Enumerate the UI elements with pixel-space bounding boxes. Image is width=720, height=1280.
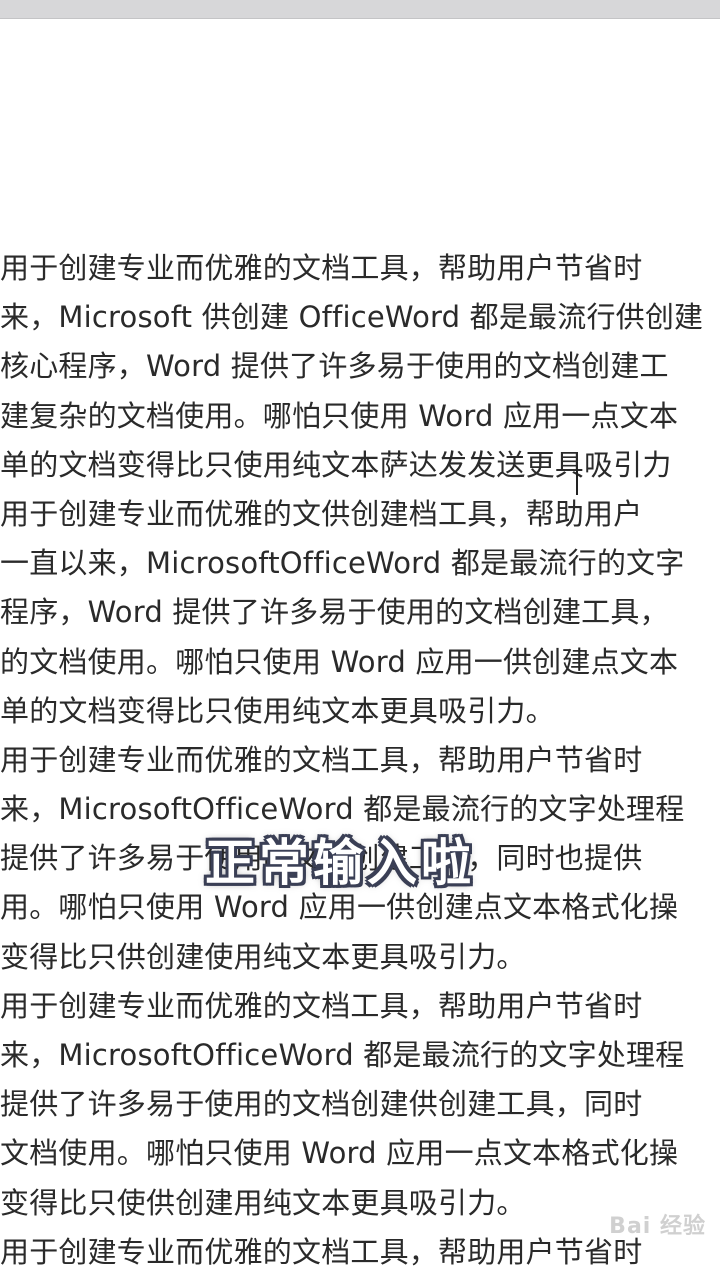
document-line: 变得比只供创建使用纯文本更具吸引力。 xyxy=(0,939,526,974)
baidu-watermark: Bai 经验 xyxy=(609,1214,706,1239)
document-line: 来，MicrosoftOfficeWord 都是最流行的文字处理程 xyxy=(0,1038,685,1072)
document-line: 用于创建专业而优雅的文档工具，帮助用户节省时 xyxy=(0,251,643,285)
document-line: 程序，Word 提供了许多易于使用的文档创建工具， xyxy=(0,595,669,630)
document-line: 用于创建专业而优雅的文档工具，帮助用户节省时 xyxy=(0,988,643,1023)
document-line: 文档使用。哪怕只使用 Word 应用一点文本格式化操 xyxy=(0,1136,679,1171)
text-cursor xyxy=(576,465,578,495)
document-line: 核心程序，Word 提供了许多易于使用的文档创建工 xyxy=(0,349,669,384)
document-line: 提供了许多易于使用的文档创建供创建工具，同时 xyxy=(0,1087,643,1122)
document-line: 的文档使用。哪怕只使用 Word 应用一供创建点文本 xyxy=(0,644,679,679)
document-line: 单的文档变得比只使用纯文本萨达发发送更具吸引力 xyxy=(0,447,672,482)
document-line: 建复杂的文档使用。哪怕只使用 Word 应用一点文本 xyxy=(0,398,679,433)
document-body[interactable]: 用于创建专业而优雅的文档工具，帮助用户节省时 来，Microsoft 供创建 O… xyxy=(0,244,720,1277)
document-page[interactable]: 用于创建专业而优雅的文档工具，帮助用户节省时 来，Microsoft 供创建 O… xyxy=(0,19,720,1280)
window-top-bar xyxy=(0,0,720,19)
document-line: 用于创建专业而优雅的文档工具，帮助用户节省时 xyxy=(0,742,643,777)
document-line: 单的文档变得比只使用纯文本更具吸引力。 xyxy=(0,693,555,728)
document-line: 来，Microsoft 供创建 OfficeWord 都是最流行供创建 xyxy=(0,300,704,335)
document-line: 一直以来，MicrosoftOfficeWord 都是最流行的文字 xyxy=(0,546,685,581)
document-line: 用于创建专业而优雅的文供创建档工具，帮助用户 xyxy=(0,496,643,531)
video-subtitle: 正常输入啦 xyxy=(205,834,475,892)
